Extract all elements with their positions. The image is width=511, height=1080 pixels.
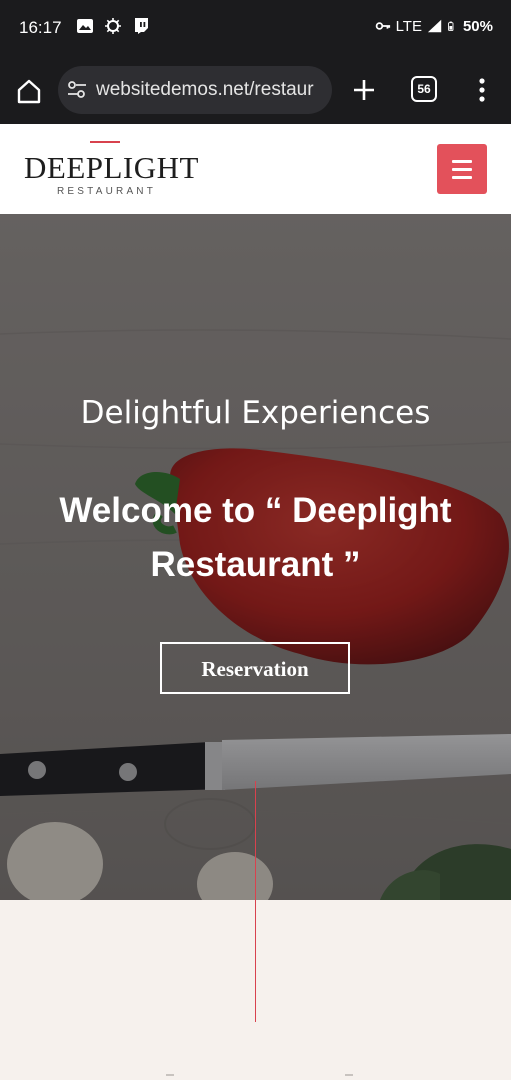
browser-toolbar: websitedemos.net/restaur 56	[0, 56, 511, 180]
site-header: DEEPLIGHT RESTAURANT	[0, 124, 511, 214]
status-icons-left	[76, 17, 150, 35]
image-icon	[77, 19, 93, 33]
site-logo-subtitle: RESTAURANT	[57, 186, 157, 197]
hamburger-bar	[452, 176, 472, 179]
status-icons-right: LTE 50%	[375, 17, 493, 35]
hero-subtitle: Delightful Experiences	[80, 395, 431, 431]
status-bar: 16:17 LTE 50%	[0, 0, 511, 56]
logo-accent-line	[90, 141, 120, 143]
hamburger-menu-button[interactable]	[437, 144, 487, 194]
sync-icon	[105, 18, 121, 34]
reservation-button[interactable]: Reservation	[160, 642, 350, 694]
site-settings-icon[interactable]	[66, 79, 88, 101]
decorative-mark	[345, 1074, 353, 1076]
hamburger-bar	[452, 160, 472, 163]
twitch-icon	[135, 18, 148, 34]
battery-level: 50%	[462, 17, 493, 35]
url-bar[interactable]: websitedemos.net/restaur	[58, 66, 332, 114]
hamburger-bar	[452, 168, 472, 171]
hero-title: Welcome to “ Deeplight Restaurant ”	[59, 491, 452, 584]
new-tab-icon[interactable]	[350, 76, 378, 104]
more-menu-icon[interactable]	[476, 76, 488, 104]
url-text[interactable]: websitedemos.net/restaur	[96, 79, 314, 101]
battery-icon	[448, 21, 454, 31]
decorative-divider-line	[255, 781, 256, 1022]
home-icon[interactable]	[14, 76, 44, 106]
status-time: 16:17	[19, 18, 62, 37]
decorative-mark	[166, 1074, 174, 1076]
tab-switcher-button[interactable]: 56	[411, 76, 437, 102]
network-type: LTE	[395, 17, 422, 35]
signal-icon	[427, 19, 442, 33]
site-logo-title[interactable]: DEEPLIGHT	[24, 150, 199, 186]
vpn-key-icon	[375, 22, 390, 30]
